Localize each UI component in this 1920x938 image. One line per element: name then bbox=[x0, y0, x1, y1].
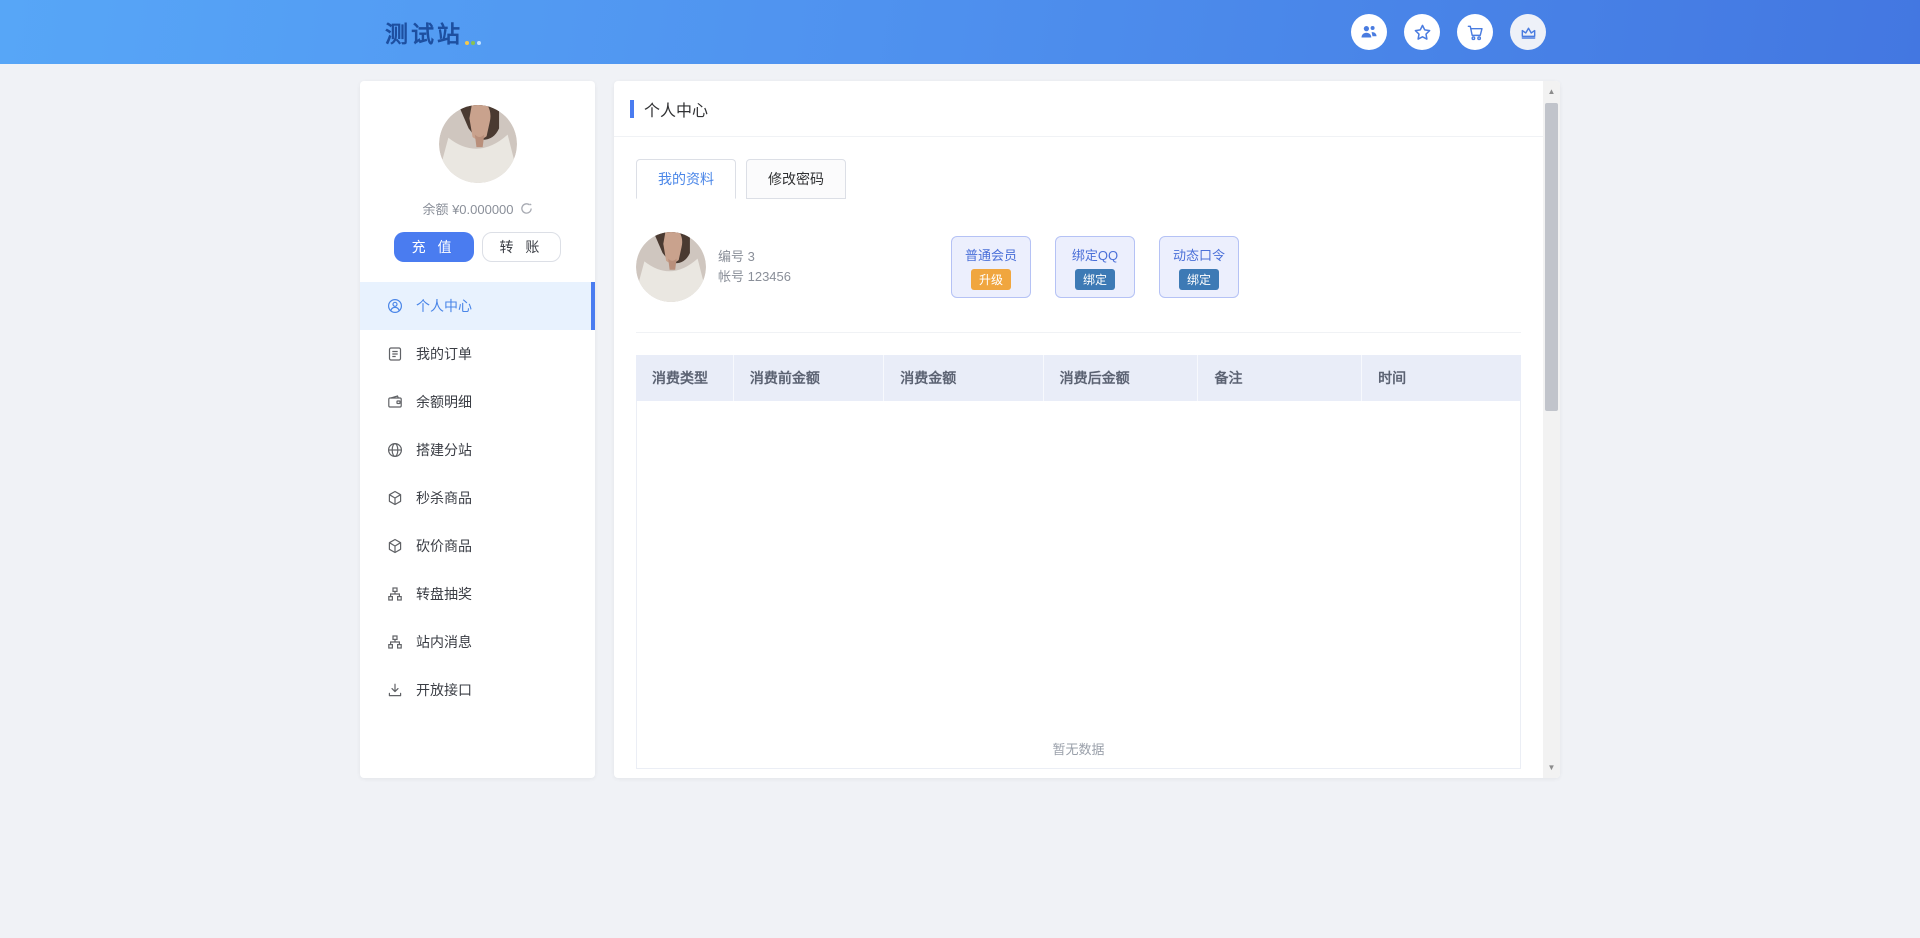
sidebar-item-user-center[interactable]: 个人中心 bbox=[360, 282, 595, 330]
user-circle-icon bbox=[387, 298, 403, 314]
col-time: 时间 bbox=[1362, 355, 1521, 401]
avatar[interactable] bbox=[439, 105, 517, 183]
profile-avatar[interactable] bbox=[636, 232, 706, 302]
main-panel: 个人中心 我的资料 修改密码 bbox=[614, 81, 1560, 778]
site-logo[interactable]: 测试站 bbox=[385, 15, 481, 49]
refresh-balance-icon[interactable] bbox=[520, 202, 533, 215]
sidebar-item-label: 砍价商品 bbox=[416, 536, 472, 556]
cube-icon bbox=[387, 538, 403, 554]
globe-icon bbox=[387, 442, 403, 458]
scrollbar-thumb[interactable] bbox=[1545, 103, 1558, 411]
col-after-amount: 消费后金额 bbox=[1043, 355, 1198, 401]
bind-qq-title: 绑定QQ bbox=[1072, 245, 1118, 264]
sitemap-icon bbox=[387, 634, 403, 650]
download-icon bbox=[387, 682, 403, 698]
scroll-down-arrow[interactable]: ▼ bbox=[1543, 759, 1560, 776]
wallet-icon bbox=[387, 394, 403, 410]
bind-qq-card: 绑定QQ 绑定 bbox=[1055, 236, 1135, 298]
upgrade-button[interactable]: 升级 bbox=[971, 269, 1011, 290]
sidebar-item-bargain-goods[interactable]: 砍价商品 bbox=[360, 522, 595, 570]
sidebar: 余额 ¥0.000000 充 值 转 账 个人中心 bbox=[360, 81, 595, 778]
title-accent-bar bbox=[630, 100, 634, 118]
member-level-title: 普通会员 bbox=[965, 245, 1017, 264]
col-consume-amount: 消费金额 bbox=[884, 355, 1043, 401]
tab-bar: 我的资料 修改密码 bbox=[636, 159, 1521, 199]
account-text: 帐号 123456 bbox=[718, 267, 791, 287]
otp-card: 动态口令 绑定 bbox=[1159, 236, 1239, 298]
consumption-table: 消费类型 消费前金额 消费金额 消费后金额 备注 时间 暂无数据 bbox=[636, 355, 1521, 769]
crown-icon[interactable] bbox=[1510, 14, 1546, 50]
sidebar-item-label: 我的订单 bbox=[416, 344, 472, 364]
page-title-row: 个人中心 bbox=[614, 81, 1543, 137]
sidebar-item-open-api[interactable]: 开放接口 bbox=[360, 666, 595, 714]
page-title: 个人中心 bbox=[644, 97, 708, 121]
table-empty-area: 暂无数据 bbox=[636, 401, 1521, 769]
member-level-card: 普通会员 升级 bbox=[951, 236, 1031, 298]
vertical-scrollbar[interactable]: ▲ ▼ bbox=[1543, 81, 1560, 778]
profile-section: 编号 3 帐号 123456 普通会员 升级 绑定QQ 绑定 bbox=[636, 232, 1521, 302]
balance-text: 余额 ¥0.000000 bbox=[422, 199, 513, 218]
otp-title: 动态口令 bbox=[1173, 245, 1225, 264]
sidebar-item-flash-sale[interactable]: 秒杀商品 bbox=[360, 474, 595, 522]
sidebar-item-label: 秒杀商品 bbox=[416, 488, 472, 508]
cart-icon[interactable] bbox=[1457, 14, 1493, 50]
sidebar-item-lucky-wheel[interactable]: 转盘抽奖 bbox=[360, 570, 595, 618]
bind-card-group: 普通会员 升级 绑定QQ 绑定 动态口令 绑定 bbox=[951, 236, 1239, 298]
col-before-amount: 消费前金额 bbox=[733, 355, 883, 401]
top-header: 测试站 bbox=[0, 0, 1920, 64]
sidebar-item-label: 个人中心 bbox=[416, 296, 472, 316]
star-icon[interactable] bbox=[1404, 14, 1440, 50]
sidebar-item-site-messages[interactable]: 站内消息 bbox=[360, 618, 595, 666]
section-divider bbox=[636, 332, 1521, 333]
sidebar-item-label: 搭建分站 bbox=[416, 440, 472, 460]
sidebar-item-my-orders[interactable]: 我的订单 bbox=[360, 330, 595, 378]
table-header-row: 消费类型 消费前金额 消费金额 消费后金额 备注 时间 bbox=[636, 355, 1521, 401]
scroll-up-arrow[interactable]: ▲ bbox=[1543, 83, 1560, 100]
sidebar-item-label: 开放接口 bbox=[416, 680, 472, 700]
sidebar-item-label: 站内消息 bbox=[416, 632, 472, 652]
tab-change-password[interactable]: 修改密码 bbox=[746, 159, 846, 199]
tab-my-profile[interactable]: 我的资料 bbox=[636, 159, 736, 199]
sidebar-menu: 个人中心 我的订单 余额明细 bbox=[360, 282, 595, 714]
users-icon[interactable] bbox=[1351, 14, 1387, 50]
sitemap-icon bbox=[387, 586, 403, 602]
user-id-text: 编号 3 bbox=[718, 247, 791, 267]
sidebar-item-label: 余额明细 bbox=[416, 392, 472, 412]
sidebar-item-build-substation[interactable]: 搭建分站 bbox=[360, 426, 595, 474]
sidebar-item-label: 转盘抽奖 bbox=[416, 584, 472, 604]
cube-icon bbox=[387, 490, 403, 506]
bind-qq-button[interactable]: 绑定 bbox=[1075, 269, 1115, 290]
col-remark: 备注 bbox=[1198, 355, 1362, 401]
recharge-button[interactable]: 充 值 bbox=[394, 232, 474, 262]
sidebar-item-balance-detail[interactable]: 余额明细 bbox=[360, 378, 595, 426]
bind-otp-button[interactable]: 绑定 bbox=[1179, 269, 1219, 290]
transfer-button[interactable]: 转 账 bbox=[482, 232, 562, 262]
empty-data-text: 暂无数据 bbox=[1052, 739, 1104, 768]
site-logo-text: 测试站 bbox=[385, 15, 463, 49]
order-icon bbox=[387, 346, 403, 362]
logo-decoration-dots bbox=[465, 41, 481, 45]
header-icon-group bbox=[1351, 14, 1546, 50]
col-consume-type: 消费类型 bbox=[636, 355, 733, 401]
